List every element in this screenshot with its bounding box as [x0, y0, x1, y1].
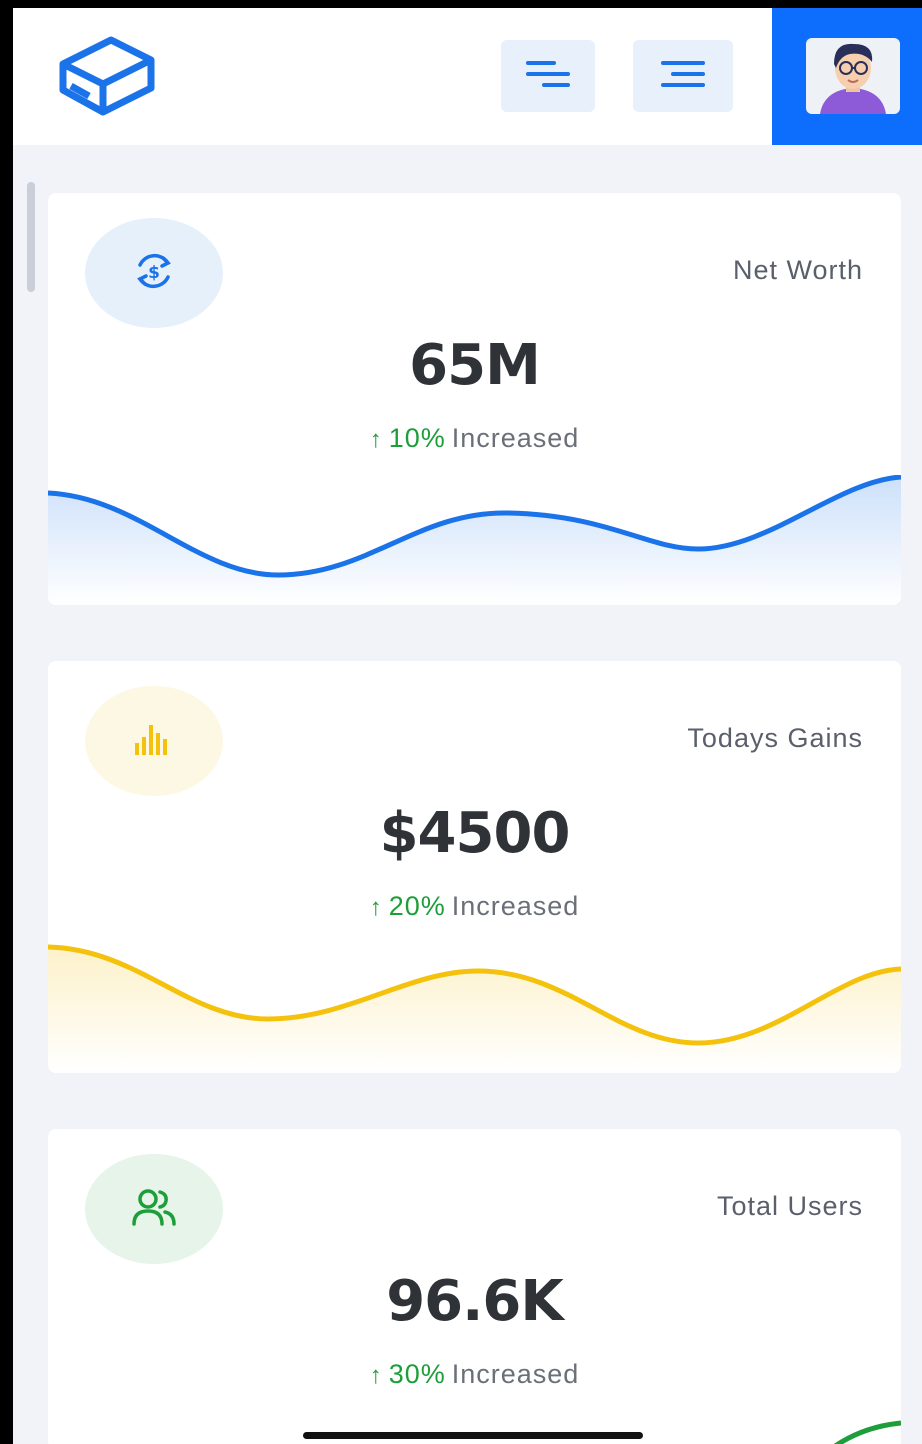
- total-users-sparkline: [833, 1420, 901, 1444]
- card-title: Total Users: [716, 1191, 863, 1221]
- sliders-menu-icon: [524, 57, 572, 95]
- card-trend: ↑ 30% Increased: [48, 1359, 901, 1390]
- trend-percent: 20%: [388, 891, 446, 921]
- hamburger-menu-button[interactable]: [633, 40, 733, 112]
- svg-text:$: $: [148, 263, 160, 283]
- bar-chart-icon: [132, 721, 176, 761]
- trend-label: Increased: [451, 1359, 580, 1389]
- card-trend: ↑ 10% Increased: [48, 423, 901, 454]
- trend-label: Increased: [451, 891, 580, 921]
- total-users-card: Total Users 96.6K ↑ 30% Increased: [48, 1129, 901, 1444]
- todays-gains-card: Todays Gains $4500 ↑ 20% Increased: [48, 661, 901, 1073]
- user-avatar-icon[interactable]: [806, 38, 900, 114]
- card-value: $4500: [379, 801, 571, 866]
- todays-gains-sparkline: [48, 944, 901, 1073]
- icon-badge: $: [85, 218, 223, 328]
- sliders-menu-button[interactable]: [501, 40, 595, 112]
- net-worth-card: $ Net Worth 65M ↑ 10% Increased: [48, 193, 901, 605]
- icon-badge: [85, 686, 223, 796]
- users-icon: [131, 1187, 177, 1231]
- icon-badge: [85, 1154, 223, 1264]
- arrow-up-icon: ↑: [369, 894, 383, 921]
- net-worth-sparkline: [48, 475, 901, 605]
- profile-panel: [772, 8, 922, 145]
- dollar-exchange-icon: $: [132, 249, 176, 297]
- card-title: Net Worth: [732, 255, 863, 285]
- top-navbar: [13, 8, 922, 145]
- card-value: 96.6K: [386, 1269, 564, 1334]
- card-value: 65M: [409, 333, 541, 398]
- card-trend: ↑ 20% Increased: [48, 891, 901, 922]
- trend-label: Increased: [451, 423, 580, 453]
- card-title: Todays Gains: [687, 723, 863, 753]
- arrow-up-icon: ↑: [369, 426, 383, 453]
- scrollbar-thumb[interactable]: [27, 182, 35, 292]
- box-logo-icon[interactable]: [57, 34, 157, 118]
- hamburger-menu-icon: [659, 57, 707, 95]
- home-indicator[interactable]: [303, 1432, 643, 1439]
- arrow-up-icon: ↑: [369, 1362, 383, 1389]
- trend-percent: 10%: [388, 423, 446, 453]
- trend-percent: 30%: [388, 1359, 446, 1389]
- dashboard-screen: $ Net Worth 65M ↑ 10% Increased Todays G…: [13, 8, 922, 1444]
